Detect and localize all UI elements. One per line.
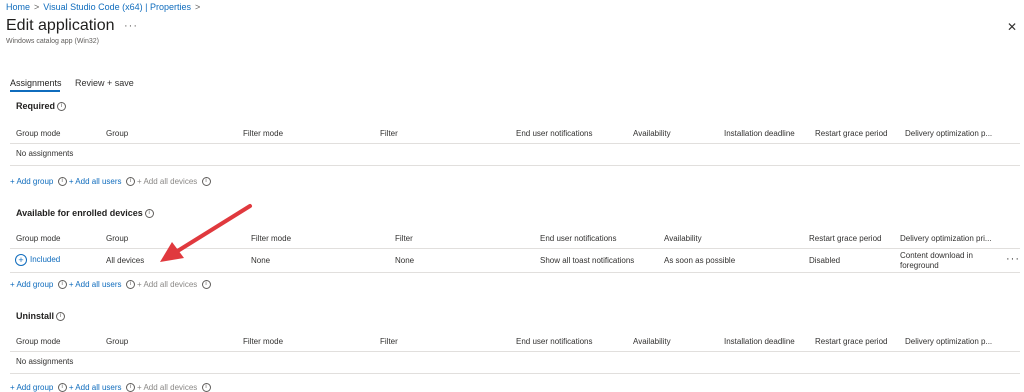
annotation-arrow-icon [160, 204, 252, 262]
